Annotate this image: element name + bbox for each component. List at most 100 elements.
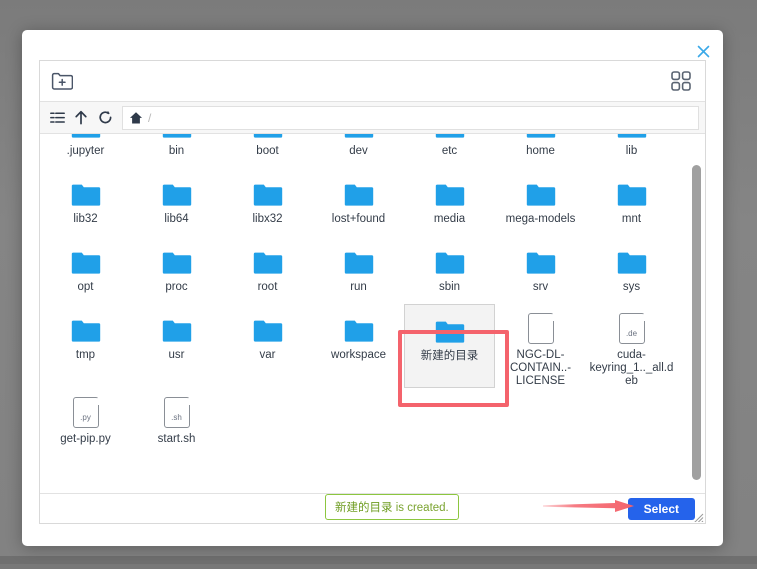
file-item-label: get-pip.py (60, 433, 111, 445)
folder-item[interactable]: libx32 (222, 168, 313, 236)
file-item-label: bin (168, 145, 185, 157)
folder-item[interactable]: tmp (40, 304, 131, 388)
file-item-label: lib (625, 145, 638, 157)
folder-icon (253, 312, 283, 344)
folder-item[interactable]: 新建的目录 (404, 304, 495, 388)
folder-item[interactable]: dev (313, 134, 404, 168)
folder-item[interactable]: lost+found (313, 168, 404, 236)
folder-icon (344, 176, 374, 208)
folder-icon (162, 176, 192, 208)
folder-icon (253, 176, 283, 208)
file-icon: .py (72, 396, 100, 428)
folder-icon (162, 312, 192, 344)
path-input[interactable]: / (122, 105, 699, 130)
file-item[interactable]: .de cuda-keyring_1.._all.deb (586, 304, 677, 388)
file-item-label: usr (168, 349, 185, 361)
file-item-label: sys (622, 281, 641, 293)
folder-item[interactable]: mega-models (495, 168, 586, 236)
folder-plus-icon[interactable] (48, 68, 76, 94)
file-grid-row: .jupyter bin boot dev etc home lib (40, 134, 692, 168)
folder-item[interactable]: bin (131, 134, 222, 168)
file-grid-row: tmp usr var workspace 新建的目录 NGC-DL-CONTA… (40, 304, 692, 388)
folder-item[interactable]: lib64 (131, 168, 222, 236)
file-item-label: opt (77, 281, 94, 293)
file-icon: .de (618, 312, 646, 344)
file-item-label: lost+found (331, 213, 386, 225)
browser-nav-bar: / (40, 102, 705, 134)
path-value: / (148, 110, 152, 125)
folder-icon (253, 134, 283, 140)
file-item-label: srv (532, 281, 549, 293)
list-view-icon[interactable] (46, 106, 68, 130)
folder-item[interactable]: srv (495, 236, 586, 304)
file-item-label: run (350, 281, 367, 293)
folder-item[interactable]: media (404, 168, 495, 236)
browser-action-bar (40, 61, 705, 102)
folder-item[interactable]: home (495, 134, 586, 168)
folder-icon (71, 312, 101, 344)
folder-item[interactable]: boot (222, 134, 313, 168)
file-item-label: .jupyter (66, 145, 105, 157)
file-item-label: dev (349, 145, 368, 157)
folder-item[interactable]: etc (404, 134, 495, 168)
select-button[interactable]: Select (627, 497, 695, 520)
file-item-label: start.sh (157, 433, 196, 445)
file-grid-viewport: .jupyter bin boot dev etc home lib lib32… (40, 134, 705, 493)
folder-icon (435, 134, 465, 140)
folder-icon (344, 244, 374, 276)
folder-icon (526, 176, 556, 208)
folder-icon (435, 313, 465, 345)
folder-item[interactable]: root (222, 236, 313, 304)
file-item[interactable]: .py get-pip.py (40, 388, 131, 456)
folder-item[interactable]: opt (40, 236, 131, 304)
folder-item[interactable]: run (313, 236, 404, 304)
folder-item[interactable]: proc (131, 236, 222, 304)
toast-message: is created. (392, 502, 449, 514)
folder-item[interactable]: workspace (313, 304, 404, 388)
file-item-label: tmp (75, 349, 96, 361)
folder-item[interactable]: lib32 (40, 168, 131, 236)
folder-item[interactable]: .jupyter (40, 134, 131, 168)
close-icon[interactable] (693, 41, 713, 61)
home-icon[interactable] (129, 111, 143, 125)
folder-item[interactable]: var (222, 304, 313, 388)
file-item[interactable]: .sh start.sh (131, 388, 222, 456)
file-grid: .jupyter bin boot dev etc home lib lib32… (40, 134, 692, 456)
file-item-label: 新建的目录 (420, 350, 479, 362)
refresh-icon[interactable] (94, 106, 116, 130)
file-item-label: var (259, 349, 276, 361)
file-item-label: mnt (621, 213, 642, 225)
file-browser: / .jupyter bin boot dev etc home lib lib… (39, 60, 706, 524)
folder-icon (162, 134, 192, 140)
file-item-label: boot (256, 145, 279, 157)
file-grid-row: .py get-pip.py .sh start.sh (40, 388, 692, 456)
folder-item[interactable]: usr (131, 304, 222, 388)
scrollbar-thumb[interactable] (692, 165, 701, 480)
resize-handle[interactable] (693, 511, 704, 522)
page-backdrop-band-lower (0, 556, 757, 564)
folder-icon (344, 312, 374, 344)
folder-item[interactable]: sbin (404, 236, 495, 304)
file-item-label: proc (165, 281, 188, 293)
file-item-label: sbin (438, 281, 461, 293)
file-item-label: root (257, 281, 278, 293)
file-item-label: etc (441, 145, 458, 157)
folder-icon (526, 244, 556, 276)
folder-icon (435, 176, 465, 208)
page-backdrop-band-bottom (0, 564, 757, 569)
folder-item[interactable]: sys (586, 236, 677, 304)
grid-view-icon[interactable] (667, 68, 695, 94)
arrow-up-icon[interactable] (70, 106, 92, 130)
folder-icon (617, 134, 647, 140)
folder-icon (162, 244, 192, 276)
file-item-label: mega-models (505, 213, 576, 225)
folder-icon (71, 244, 101, 276)
file-item-label: NGC-DL-CONTAIN..-LICENSE (509, 349, 572, 387)
toast-notification: 新建的目录 is created. (325, 494, 459, 520)
file-item-label: cuda-keyring_1.._all.deb (589, 349, 674, 387)
folder-item[interactable]: mnt (586, 168, 677, 236)
folder-item[interactable]: lib (586, 134, 677, 168)
folder-icon (617, 176, 647, 208)
file-grid-scrollbar[interactable] (691, 134, 702, 493)
file-item[interactable]: NGC-DL-CONTAIN..-LICENSE (495, 304, 586, 388)
